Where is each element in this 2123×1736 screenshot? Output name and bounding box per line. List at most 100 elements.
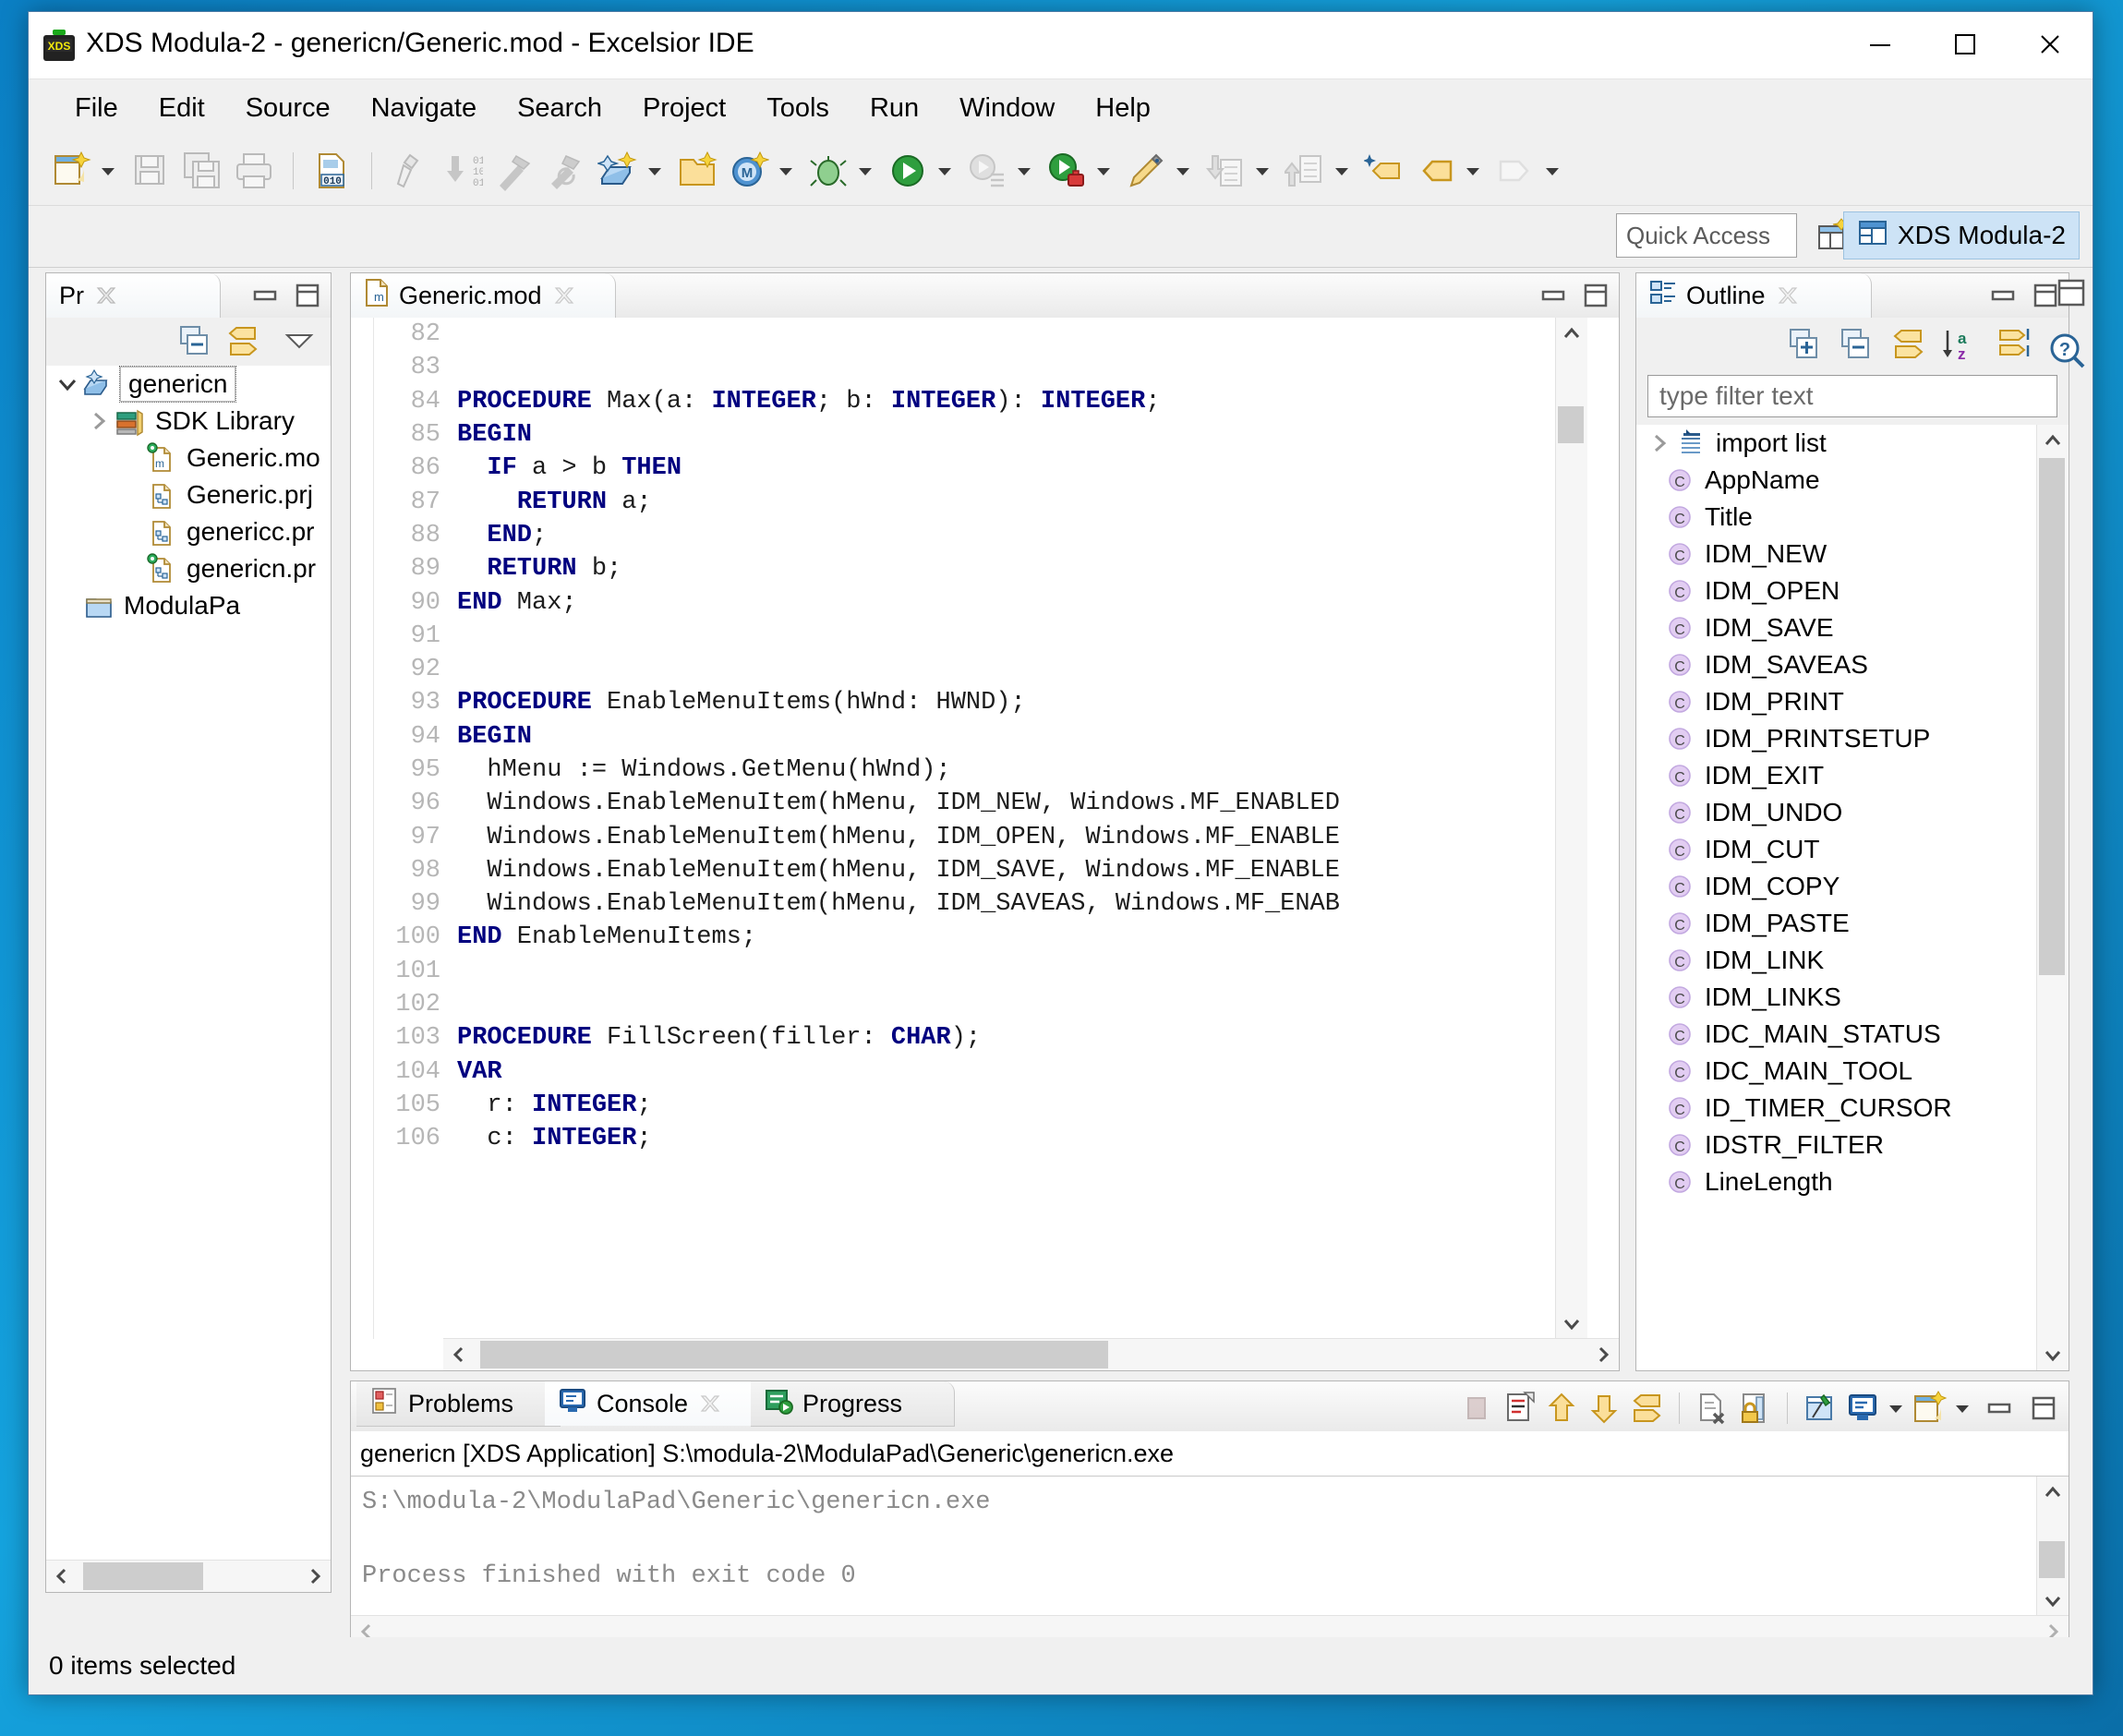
twisty-right-icon[interactable] [1644,428,1675,459]
new-wizard-dropdown-arrow[interactable] [97,150,119,192]
minimize-button[interactable] [1838,12,1923,77]
code-line[interactable]: 82 [374,318,1556,351]
outline-item-idm-print[interactable]: C IDM_PRINT [1636,683,2037,720]
outline-item-idm-undo[interactable]: C IDM_UNDO [1636,794,2037,831]
scroll-up-icon[interactable] [1542,1389,1581,1428]
outline-item-idm-printsetup[interactable]: C IDM_PRINTSETUP [1636,720,2037,757]
sort-icon[interactable]: a z [1939,325,1980,370]
forward-icon[interactable] [1494,150,1537,192]
back-dropdown-arrow[interactable] [1462,150,1484,192]
compile-icon[interactable] [390,150,432,192]
clear-console-icon[interactable] [1693,1389,1731,1428]
build-icon[interactable] [493,150,536,192]
code-editor[interactable]: 82 83 84 PROCEDURE Max(a: INTEGER; b: INTEG… [374,318,1556,1339]
tree-item-generic-prj[interactable]: Generic.prj [46,476,331,513]
vscroll-thumb[interactable] [2039,458,2065,975]
open-console-icon[interactable] [1910,1389,1948,1428]
next-annotation-dropdown-arrow[interactable] [1331,150,1353,192]
twisty-down-icon[interactable] [52,368,83,400]
run-external-tool-dropdown-arrow[interactable] [1092,150,1115,192]
code-line[interactable]: 86 IF a > b THEN [374,452,1556,485]
outline-item-title[interactable]: C Title [1636,499,2037,536]
code-line[interactable]: 91 [374,620,1556,653]
minimize-view-icon[interactable] [1989,282,2017,309]
menu-source[interactable]: Source [225,88,351,129]
back-icon[interactable] [1415,150,1457,192]
editor-hscrollbar[interactable] [443,1338,1619,1370]
collapse-all-icon[interactable] [1836,325,1875,370]
link-with-editor-icon[interactable] [223,323,262,367]
outline-item-idc-main-tool[interactable]: C IDC_MAIN_TOOL [1636,1053,2037,1090]
editor-vscrollbar[interactable] [1555,318,1587,1339]
maximize-view-icon[interactable] [294,282,321,309]
outline-item-idm-link[interactable]: C IDM_LINK [1636,942,2037,979]
vscroll-thumb[interactable] [2039,1541,2065,1578]
outline-item-idm-exit[interactable]: C IDM_EXIT [1636,757,2037,794]
code-line[interactable]: 83 [374,351,1556,384]
scroll-right-icon[interactable] [1587,1339,1619,1370]
menu-help[interactable]: Help [1075,88,1171,129]
close-icon[interactable] [697,1392,721,1416]
code-line[interactable]: 102 [374,988,1556,1021]
menu-window[interactable]: Window [939,88,1075,129]
menu-search[interactable]: Search [497,88,622,129]
code-line[interactable]: 100 END EnableMenuItems; [374,921,1556,954]
collapse-all-icon[interactable] [175,323,212,367]
perspective-xds-modula2[interactable]: XDS Modula-2 [1842,211,2080,259]
maximize-button[interactable] [1923,12,2008,77]
code-line[interactable]: 99 Windows.EnableMenuItem(hMenu, IDM_SAV… [374,887,1556,921]
filter-icon[interactable] [1995,325,2035,370]
scroll-left-icon[interactable] [443,1339,475,1370]
restore-view-icon[interactable] [2055,276,2088,309]
outline-item-idm-paste[interactable]: C IDM_PASTE [1636,905,2037,942]
search-input[interactable]: Quick Access [1616,213,1797,258]
save-icon[interactable] [129,150,172,192]
menu-file[interactable]: File [54,88,139,129]
menu-project[interactable]: Project [622,88,746,129]
outline-item-idm-cut[interactable]: C IDM_CUT [1636,831,2037,868]
new-module-icon[interactable]: M [728,150,770,192]
console-output[interactable]: S:\modula-2\ModulaPad\Generic\genericn.e… [351,1477,2037,1595]
code-line[interactable]: 101 [374,955,1556,988]
outline-item-appname[interactable]: C AppName [1636,462,2037,499]
forward-dropdown-arrow[interactable] [1541,150,1563,192]
tab-problems[interactable]: Problems [356,1381,561,1427]
code-line[interactable]: 98 Windows.EnableMenuItem(hMenu, IDM_SAV… [374,854,1556,887]
last-edit-location-icon[interactable] [1363,150,1405,192]
display-console-dropdown-arrow[interactable] [1886,1389,1906,1428]
open-console-dropdown-arrow[interactable] [1952,1389,1972,1428]
hscroll-thumb[interactable] [83,1562,203,1590]
code-line[interactable]: 93 PROCEDURE EnableMenuItems(hWnd: HWND); [374,686,1556,719]
link-with-editor-icon[interactable] [1888,325,1928,370]
expand-all-icon[interactable] [1784,325,1823,370]
menu-navigate[interactable]: Navigate [351,88,497,129]
tree-item-genericc-pr[interactable]: genericc.pr [46,513,331,550]
code-line[interactable]: 90 END Max; [374,585,1556,619]
run-external-tool-icon[interactable] [1045,150,1088,192]
save-all-icon[interactable] [181,150,223,192]
scroll-lock-icon[interactable] [1627,1389,1666,1428]
close-button[interactable] [2008,12,2093,77]
outline-item-idc-main-status[interactable]: C IDC_MAIN_STATUS [1636,1016,2037,1053]
help-search-icon[interactable]: ? [2046,330,2087,370]
minimize-view-icon[interactable] [1539,282,1567,309]
rebuild-icon[interactable] [545,150,587,192]
tab-progress[interactable]: Progress [751,1381,955,1427]
code-line[interactable]: 88 END; [374,519,1556,552]
lock-console-icon[interactable] [1735,1389,1774,1428]
display-selected-console-icon[interactable] [1500,1389,1538,1428]
filter-input[interactable]: type filter text [1647,375,2057,417]
pencil-icon[interactable] [1125,150,1167,192]
new-project-wizard-dropdown-arrow[interactable] [644,150,666,192]
make-icon[interactable]: 01 10 01 [441,150,484,192]
console-vscrollbar[interactable] [2036,1477,2069,1616]
code-line[interactable]: 92 [374,653,1556,686]
previous-annotation-dropdown-arrow[interactable] [1251,150,1273,192]
scroll-down-icon[interactable] [1585,1389,1623,1428]
print-icon[interactable] [233,150,275,192]
scroll-up-icon[interactable] [1556,318,1587,349]
pencil-dropdown-arrow[interactable] [1172,150,1194,192]
tree-item-genericn[interactable]: genericn [46,366,331,403]
debug-icon[interactable] [807,150,850,192]
code-line[interactable]: 84 PROCEDURE Max(a: INTEGER; b: INTEGER):… [374,385,1556,418]
